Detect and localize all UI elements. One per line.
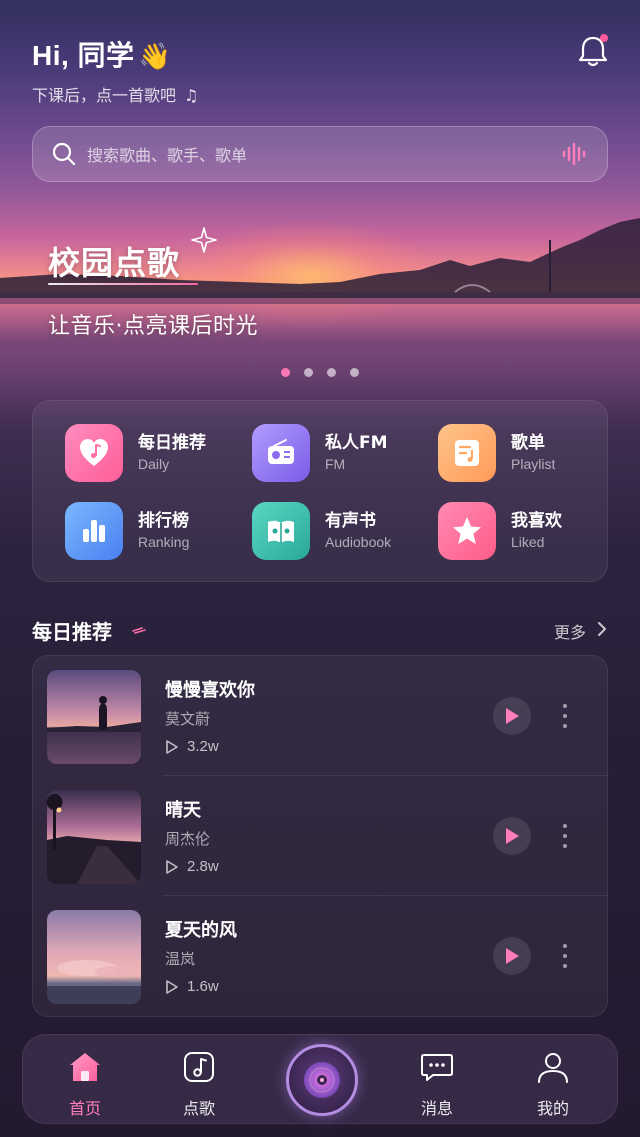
star-icon: [438, 502, 496, 560]
vinyl-disc-icon: [304, 1062, 340, 1098]
play-count-value: 2.8w: [187, 858, 219, 875]
waving-hand-icon: 👋: [138, 41, 172, 71]
more-options-icon[interactable]: [557, 820, 573, 852]
user-icon: [538, 1053, 568, 1083]
now-playing-button[interactable]: [286, 1044, 358, 1116]
message-icon: [421, 1054, 453, 1081]
play-count-value: 3.2w: [187, 738, 219, 755]
music-note-icon: ♫: [184, 86, 199, 105]
sparkle-icon: [191, 227, 217, 253]
song-row[interactable]: 慢慢喜欢你 莫文蔚 3.2w: [33, 656, 609, 776]
play-count: 2.8w: [165, 858, 219, 875]
nav-item-home[interactable]: 首页: [45, 1049, 125, 1118]
quick-action-label: 我喜欢: [511, 511, 562, 531]
song-artist: 温岚: [165, 950, 196, 968]
play-button[interactable]: [493, 817, 531, 855]
chevron-right-icon[interactable]: [596, 621, 608, 637]
more-link[interactable]: 更多: [554, 619, 586, 643]
song-cover[interactable]: [47, 670, 141, 764]
section-accent-icon: [132, 627, 146, 634]
quick-action-label: 有声书: [325, 511, 376, 531]
quick-action-sub: Ranking: [138, 534, 190, 550]
play-icon: [506, 828, 519, 844]
quick-action-sub: Playlist: [511, 456, 556, 472]
banner-title[interactable]: 校园点歌: [48, 238, 180, 284]
more-options-icon[interactable]: [557, 700, 573, 732]
nav-item-messages[interactable]: 消息: [397, 1049, 477, 1118]
play-outline-icon: [166, 979, 178, 994]
quick-action-fm[interactable]: 私人FM FM: [252, 423, 432, 483]
quick-action-sub: Liked: [511, 534, 545, 550]
song-artist: 周杰伦: [165, 830, 211, 848]
quick-actions-panel: 每日推荐 Daily 私人FM FM 歌单 Playlist 排行榜 Ranki…: [32, 400, 608, 582]
nav-label: 消息: [420, 1099, 453, 1118]
quick-action-label: 私人FM: [325, 433, 388, 453]
quick-action-daily[interactable]: 每日推荐 Daily: [65, 423, 245, 483]
play-icon: [506, 708, 519, 724]
play-count: 1.6w: [165, 978, 219, 995]
nav-label: 点歌: [182, 1099, 215, 1118]
nav-item-profile[interactable]: 我的: [513, 1049, 593, 1118]
notification-badge: [600, 34, 608, 42]
song-cover[interactable]: [47, 910, 141, 1004]
banner-pagination: [281, 368, 359, 377]
book-icon: [252, 502, 310, 560]
quick-action-label: 歌单: [511, 433, 545, 453]
song-row[interactable]: 夏天的风 温岚 1.6w: [33, 896, 609, 1016]
quick-action-label: 每日推荐: [138, 433, 206, 453]
nav-label: 首页: [68, 1099, 101, 1118]
search-bar[interactable]: 搜索歌曲、歌手、歌单: [32, 126, 608, 182]
radio-icon: [252, 424, 310, 482]
greeting-text: Hi, 同学: [32, 40, 135, 71]
quick-action-sub: Daily: [138, 456, 170, 472]
music-note-icon: [184, 1052, 214, 1082]
quick-action-liked[interactable]: 我喜欢 Liked: [438, 501, 618, 561]
banner-dot[interactable]: [327, 368, 336, 377]
heart-note-icon: [65, 424, 123, 482]
quick-action-audiobook[interactable]: 有声书 Audiobook: [252, 501, 432, 561]
bottom-nav: 首页 点歌 消息 我的: [22, 1034, 618, 1124]
song-title[interactable]: 晴天: [165, 796, 201, 822]
home-icon: [70, 1053, 100, 1081]
playlist-icon: [438, 424, 496, 482]
quick-action-sub: Audiobook: [325, 534, 392, 550]
play-count-value: 1.6w: [187, 978, 219, 995]
nav-label: 我的: [536, 1099, 569, 1118]
voice-search-icon[interactable]: [559, 139, 589, 169]
bar-chart-icon: [65, 502, 123, 560]
daily-song-list: 慢慢喜欢你 莫文蔚 3.2w 晴天 周杰伦 2.8w 夏天的风 温岚 1.6w: [32, 655, 609, 1017]
play-button[interactable]: [493, 697, 531, 735]
quick-action-label: 排行榜: [138, 511, 189, 531]
search-icon: [52, 142, 76, 166]
banner-dot[interactable]: [350, 368, 359, 377]
banner-subtitle: 让音乐·点亮课后时光: [48, 314, 258, 339]
play-icon: [506, 948, 519, 964]
quick-action-sub: FM: [325, 456, 346, 472]
section-title-daily: 每日推荐: [32, 620, 112, 644]
banner-dot[interactable]: [304, 368, 313, 377]
quick-action-ranking[interactable]: 排行榜 Ranking: [65, 501, 245, 561]
subtitle-text: 下课后，点一首歌吧: [32, 86, 177, 105]
song-title[interactable]: 夏天的风: [165, 916, 237, 942]
banner-underline: [48, 283, 198, 285]
greeting-subtitle: 下课后，点一首歌吧 ♫: [32, 82, 198, 106]
song-row[interactable]: 晴天 周杰伦 2.8w: [33, 776, 609, 896]
more-options-icon[interactable]: [557, 940, 573, 972]
play-button[interactable]: [493, 937, 531, 975]
song-cover[interactable]: [47, 790, 141, 884]
play-outline-icon: [166, 739, 178, 754]
play-count: 3.2w: [165, 738, 219, 755]
greeting-heading: Hi, 同学 👋: [32, 34, 171, 74]
song-artist: 莫文蔚: [165, 710, 211, 728]
banner-dot-active[interactable]: [281, 368, 290, 377]
song-title[interactable]: 慢慢喜欢你: [165, 676, 255, 702]
quick-action-playlist[interactable]: 歌单 Playlist: [438, 423, 618, 483]
play-outline-icon: [166, 859, 178, 874]
search-placeholder[interactable]: 搜索歌曲、歌手、歌单: [87, 142, 559, 166]
nav-item-song-request[interactable]: 点歌: [159, 1049, 239, 1118]
